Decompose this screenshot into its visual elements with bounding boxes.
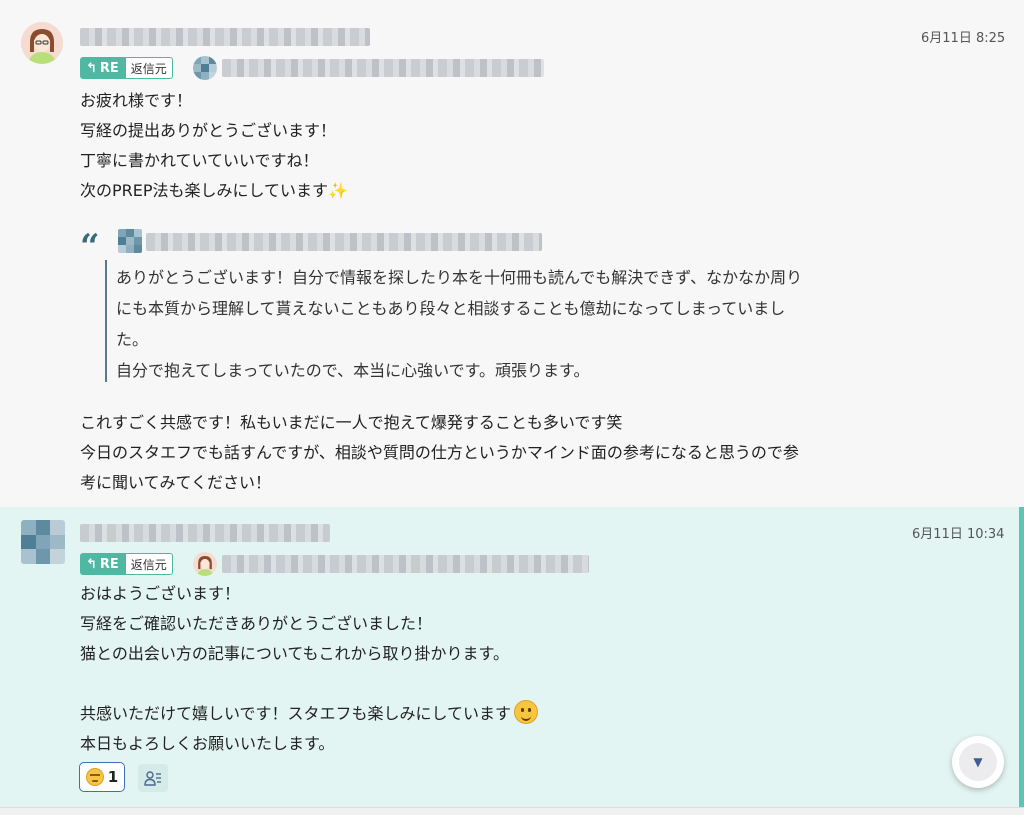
quote-bar [105, 260, 107, 382]
message-line: 猫との出会い方の記事についてもこれから取り掛かります。 [80, 644, 509, 663]
reaction-emoji-icon [85, 768, 104, 786]
message-line: 丁寧に書かれていていいですね！ [80, 151, 319, 170]
reply-tag-label: RE [99, 60, 119, 76]
message-line: 今日のスタエフでも話すんですが、相談や質問の仕方というかマインド面の参考になると… [80, 443, 799, 462]
message-body-continued: これすごく共感です！私もいまだに一人で抱えて爆発することも多いです笑 今日のスタ… [80, 408, 799, 498]
reaction-button[interactable]: 1 [79, 762, 125, 792]
user-list-icon [144, 771, 161, 786]
quote-line: 自分で抱えてしまっていたので、本当に心強いです。頑張ります。 [116, 361, 590, 380]
quote-line: た。 [116, 330, 149, 349]
sender-name-blurred [80, 28, 370, 46]
message-timestamp: 6月11日 10:34 [912, 527, 1005, 542]
message-item: 6月11日 8:25 ↰ RE 返信元 お疲れ様です！ 写経の提出ありがとうござ… [0, 0, 1024, 507]
quoted-message: ありがとうございます！自分で情報を探したり本を十何冊も読んでも解決できず、なかな… [116, 262, 802, 386]
reply-badge[interactable]: ↰ RE 返信元 [80, 553, 173, 575]
message-line: お疲れ様です！ [80, 91, 193, 110]
message-line: 共感いただけて嬉しいです！スタエフも楽しみにしています [80, 699, 539, 729]
reply-source-avatar [193, 56, 217, 80]
avatar-illustration [193, 552, 217, 576]
quote-line: にも本質から理解して貰えないこともあり段々と相談することも億劫になってしまってい… [116, 299, 786, 318]
message-line: 写経の提出ありがとうございます！ [80, 121, 337, 140]
reply-source-text-blurred[interactable] [222, 555, 589, 573]
reply-source-label: 返信元 [124, 553, 173, 575]
message-line: 写経をご確認いただきありがとうございました！ [80, 614, 433, 633]
message-line: 考に聞いてみてください！ [80, 473, 272, 492]
quote-author-blurred [146, 233, 542, 251]
avatar[interactable] [21, 520, 65, 564]
message-body: おはようございます！ 写経をご確認いただきありがとうございました！ 猫との出会い… [80, 579, 539, 759]
message-line: おはようございます！ [80, 584, 241, 603]
reply-tag: ↰ RE [80, 57, 125, 79]
chevron-down-icon: ▼ [959, 743, 997, 781]
reaction-users-button[interactable] [138, 764, 168, 792]
scroll-to-bottom-button[interactable]: ▼ [952, 736, 1004, 788]
reply-badge[interactable]: ↰ RE 返信元 [80, 57, 173, 79]
reply-arrow-icon: ↰ [86, 60, 97, 76]
highlight-accent-bar [1019, 507, 1024, 807]
message-timestamp: 6月11日 8:25 [921, 31, 1006, 46]
message-line: これすごく共感です！私もいまだに一人で抱えて爆発することも多いです笑 [80, 413, 623, 432]
smile-emoji-icon [514, 700, 539, 724]
quote-line: ありがとうございます！自分で情報を探したり本を十何冊も読んでも解決できず、なかな… [116, 268, 803, 287]
message-line [80, 669, 538, 699]
sender-name-blurred [80, 524, 330, 542]
avatar[interactable] [21, 22, 63, 64]
avatar-illustration [21, 22, 63, 64]
reply-tag: ↰ RE [80, 553, 125, 575]
reply-tag-label: RE [99, 556, 119, 572]
message-line-text: 共感いただけて嬉しいです！スタエフも楽しみにしています [80, 704, 512, 723]
message-body: お疲れ様です！ 写経の提出ありがとうございます！ 丁寧に書かれていていいですね！… [80, 86, 348, 206]
reply-source-text-blurred[interactable] [222, 59, 544, 77]
message-line: 次のPREP法も楽しみにしています✨ [80, 181, 348, 200]
quote-icon: “ [80, 227, 100, 267]
message-line: 本日もよろしくお願いいたします。 [80, 734, 335, 753]
quote-author-avatar [118, 229, 142, 253]
reply-source-avatar [193, 552, 217, 576]
reply-source-label: 返信元 [124, 57, 173, 79]
reaction-count: 1 [107, 768, 119, 786]
reply-arrow-icon: ↰ [86, 556, 97, 572]
